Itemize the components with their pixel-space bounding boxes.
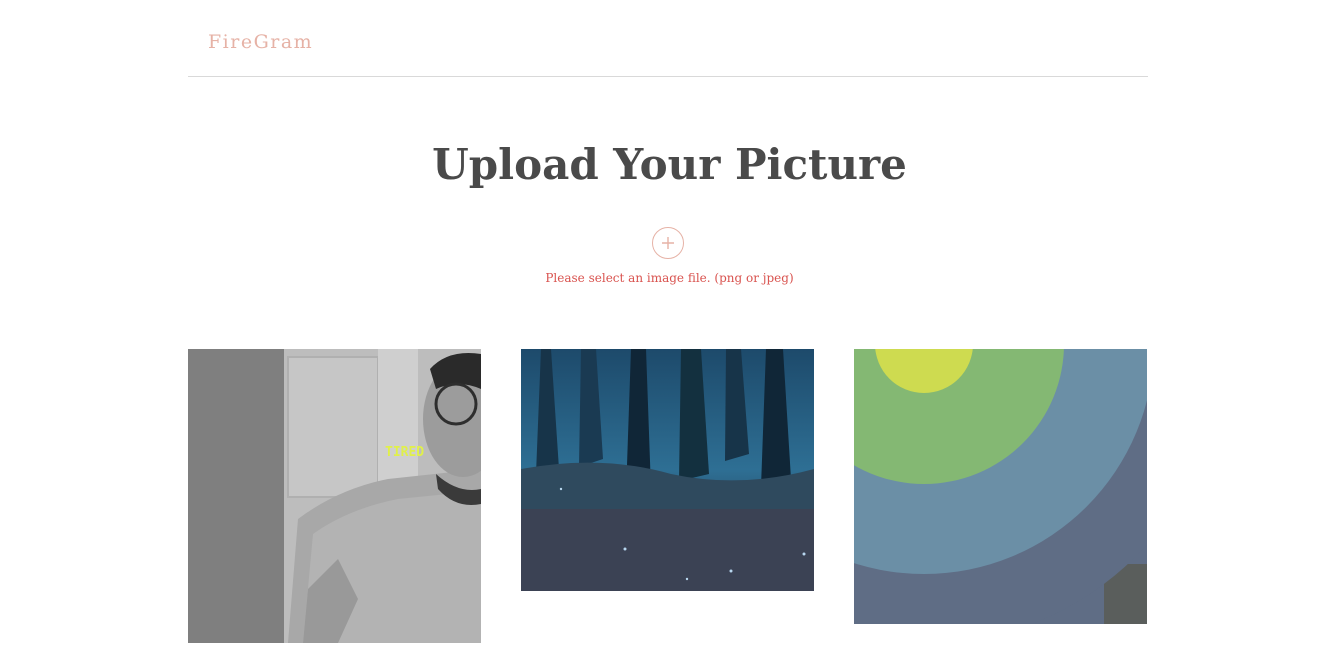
plus-icon	[662, 237, 674, 249]
navbar: FireGram	[188, 0, 1148, 77]
gallery-image[interactable]	[521, 349, 814, 591]
image-caption: TIRED	[385, 445, 424, 460]
upload-form: Please select an image file. (png or jpe…	[0, 227, 1339, 297]
upload-button[interactable]	[652, 227, 684, 259]
photo-person: TIRED	[188, 349, 481, 643]
gallery-image[interactable]	[854, 349, 1147, 624]
page-title: Upload Your Picture	[432, 140, 907, 189]
brand-title[interactable]: FireGram	[208, 31, 313, 53]
photo-forest	[521, 349, 814, 591]
gallery-image[interactable]: TIRED	[188, 349, 481, 643]
image-grid: TIRED	[188, 349, 1148, 651]
photo-circles	[854, 349, 1147, 624]
error-message: Please select an image file. (png or jpe…	[545, 271, 794, 285]
